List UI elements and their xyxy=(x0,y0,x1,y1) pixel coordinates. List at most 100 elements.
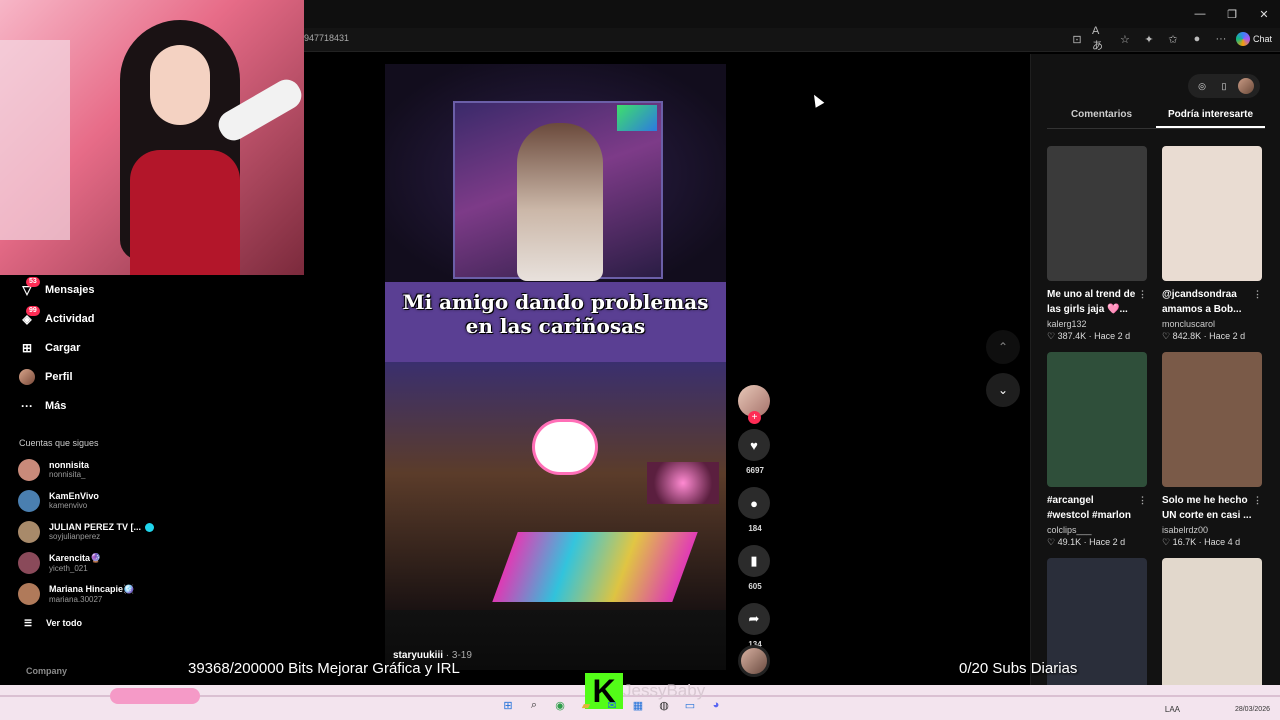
sidebar-item-más[interactable]: ··· Más xyxy=(0,391,304,420)
clock-date[interactable]: 28/03/2026 xyxy=(1235,706,1270,713)
tab-suggested[interactable]: Podría interesarte xyxy=(1156,109,1265,128)
account-handle: soyjulianperez xyxy=(49,532,101,541)
more-options-icon[interactable]: ⋮ xyxy=(1253,287,1262,317)
card-time: Hace 2 d xyxy=(1094,331,1131,341)
chevron-up-icon: ⌃ xyxy=(997,340,1009,354)
video-thumbnail[interactable] xyxy=(1162,352,1262,487)
account-name-text: JULIAN PEREZ TV [... xyxy=(49,522,142,532)
copilot-icon xyxy=(1235,32,1250,46)
separator: · xyxy=(1086,331,1095,341)
video-inner-clip xyxy=(453,101,663,281)
video-card[interactable]: Solo me he hecho UN corte en casi ... ⋮ is… xyxy=(1162,352,1262,548)
following-title: Cuentas que sigues xyxy=(19,438,99,448)
card-stats: ♡ 842.8K · Hace 2 d xyxy=(1162,331,1262,342)
account-name: Mariana Hincapie🪩 xyxy=(49,584,134,595)
card-username[interactable]: colclips___ xyxy=(1047,525,1147,535)
profile-icon[interactable]: ● xyxy=(1188,30,1206,48)
minimize-button[interactable]: — xyxy=(1184,0,1216,28)
heart-icon[interactable]: ♥ xyxy=(738,429,770,461)
maximize-button[interactable]: ❐ xyxy=(1216,0,1248,28)
sidebar-item-mensajes[interactable]: ▽ 53 Mensajes xyxy=(0,275,304,304)
following-account[interactable]: nonnisita nonnisita_ xyxy=(0,454,304,485)
activity-icon: ◈ 99 xyxy=(19,305,40,327)
tab-comments[interactable]: Comentarios xyxy=(1047,109,1156,128)
video-card[interactable]: #arcangel #westcol #marlon ⋮ colclips___ ♡ … xyxy=(1047,352,1147,548)
address-bar[interactable]: 947718431 ⊡ Aあ ☆ ✦ ✩ ● ··· Chat xyxy=(304,25,1280,52)
browser-titlebar: — ❐ ✕ xyxy=(304,0,1280,28)
mail-icon[interactable]: ✉ xyxy=(604,697,620,713)
account-name-text: nonnisita xyxy=(49,460,89,470)
more-options-icon[interactable]: ⋮ xyxy=(1253,493,1262,523)
panel-tabs: Comentarios Podría interesarte xyxy=(1047,109,1265,129)
discord-icon[interactable]: ◕ xyxy=(708,697,724,713)
app-window-icon[interactable]: ▭ xyxy=(682,697,698,713)
phone-icon[interactable]: ▯ xyxy=(1216,78,1232,94)
video-thumbnail[interactable] xyxy=(1047,146,1147,281)
club-screen xyxy=(647,462,719,504)
extensions-icon[interactable]: ✦ xyxy=(1140,30,1158,48)
copilot-chat-button[interactable]: Chat xyxy=(1235,32,1272,46)
user-avatar[interactable] xyxy=(1238,78,1254,94)
video-card[interactable] xyxy=(1162,558,1262,693)
folder-icon[interactable]: ▰ xyxy=(578,697,594,713)
sidebar-item-actividad[interactable]: ◈ 99 Actividad xyxy=(0,304,304,333)
video-card[interactable]: @jcandsondraa amamos a Bob... ⋮ moncluscar… xyxy=(1162,146,1262,342)
more-icon[interactable]: ··· xyxy=(1212,30,1230,48)
following-account[interactable]: JULIAN PEREZ TV [... soyjulianperez xyxy=(0,516,304,547)
following-account[interactable]: KamEnVivo kamenvivo xyxy=(0,485,304,516)
video-card[interactable]: Me uno al trend de las girls jaja 🩷... ⋮ k… xyxy=(1047,146,1147,342)
chrome-icon[interactable]: ◉ xyxy=(552,697,568,713)
collections-icon[interactable]: ✩ xyxy=(1164,30,1182,48)
card-likes: 842.8K xyxy=(1172,331,1202,341)
account-handle: mariana.30027 xyxy=(49,594,103,604)
url-text[interactable]: 947718431 xyxy=(304,33,349,43)
more-options-icon[interactable]: ⋮ xyxy=(1138,287,1147,317)
account-text: Karencita🔮 yiceth_021 xyxy=(49,553,101,573)
account-text: KamEnVivo kamenvivo xyxy=(49,491,99,510)
card-username[interactable]: kalerg132 xyxy=(1047,319,1147,329)
disc-icon[interactable]: ◎ xyxy=(1194,78,1210,94)
follow-plus-icon[interactable]: + xyxy=(748,411,761,424)
windows-start-icon[interactable]: ⊞ xyxy=(500,697,516,713)
app-icon[interactable]: ⊡ xyxy=(1068,30,1086,48)
card-username[interactable]: moncluscarol xyxy=(1162,319,1262,329)
language-indicator[interactable]: LAA xyxy=(1165,705,1180,714)
store-icon[interactable]: ▦ xyxy=(630,697,646,713)
comment-count: 184 xyxy=(748,524,762,533)
bookmark-icon[interactable]: ▮ xyxy=(738,545,770,577)
account-handle: nonnisita_ xyxy=(49,470,86,479)
more-options-icon[interactable]: ⋮ xyxy=(1138,493,1147,523)
video-thumbnail[interactable] xyxy=(1162,146,1262,281)
previous-video-button[interactable]: ⌃ xyxy=(986,330,1020,364)
window-controls: — ❐ ✕ xyxy=(1184,0,1280,28)
favorite-icon[interactable]: ☆ xyxy=(1116,30,1134,48)
translate-icon[interactable]: Aあ xyxy=(1092,25,1110,52)
sidebar-item-perfil[interactable]: Perfil xyxy=(0,362,304,391)
browser-toolbar: ⊡ Aあ ☆ ✦ ✩ ● ··· Chat xyxy=(1068,25,1272,52)
search-icon[interactable]: ⌕ xyxy=(526,697,542,713)
next-video-button[interactable]: ⌄ xyxy=(986,373,1020,407)
music-disc-icon[interactable] xyxy=(738,645,770,677)
creator-avatar[interactable]: + xyxy=(738,385,770,424)
screen: — ❐ ✕ 947718431 ⊡ Aあ ☆ ✦ ✩ ● ··· Chat ▽ 5… xyxy=(0,0,1280,720)
account-name-text: Karencita🔮 xyxy=(49,552,102,563)
close-button[interactable]: ✕ xyxy=(1248,0,1280,28)
obs-icon[interactable]: ◍ xyxy=(656,697,672,713)
video-thumbnail[interactable] xyxy=(1162,558,1262,693)
comment-icon[interactable]: ● xyxy=(738,487,770,519)
see-all-label: Ver todo xyxy=(46,618,83,628)
account-text: JULIAN PEREZ TV [... soyjulianperez xyxy=(49,522,155,541)
sidebar-item-cargar[interactable]: ⊞ Cargar xyxy=(0,333,304,362)
card-username[interactable]: isabelrdz00 xyxy=(1162,525,1262,535)
action-column: + ♥ 6697 ● 184 ▮ 605 ➦ 134 xyxy=(738,385,772,649)
bits-goal: 39368/200000 Bits Mejorar Gráfica y IRL xyxy=(188,660,460,677)
save-count: 605 xyxy=(748,582,762,591)
video-thumbnail[interactable] xyxy=(1047,352,1147,487)
see-all-button[interactable]: ☰ Ver todo xyxy=(0,609,304,637)
video-player[interactable]: Mi amigo dando problemas en las cariñosa… xyxy=(385,64,726,670)
following-account[interactable]: Mariana Hincapie🪩 mariana.30027 xyxy=(0,578,304,609)
company-link[interactable]: Company xyxy=(26,666,67,676)
following-account[interactable]: Karencita🔮 yiceth_021 xyxy=(0,547,304,578)
share-icon[interactable]: ➦ xyxy=(738,603,770,635)
card-title: #arcangel #westcol #marlon ⋮ xyxy=(1047,493,1147,523)
